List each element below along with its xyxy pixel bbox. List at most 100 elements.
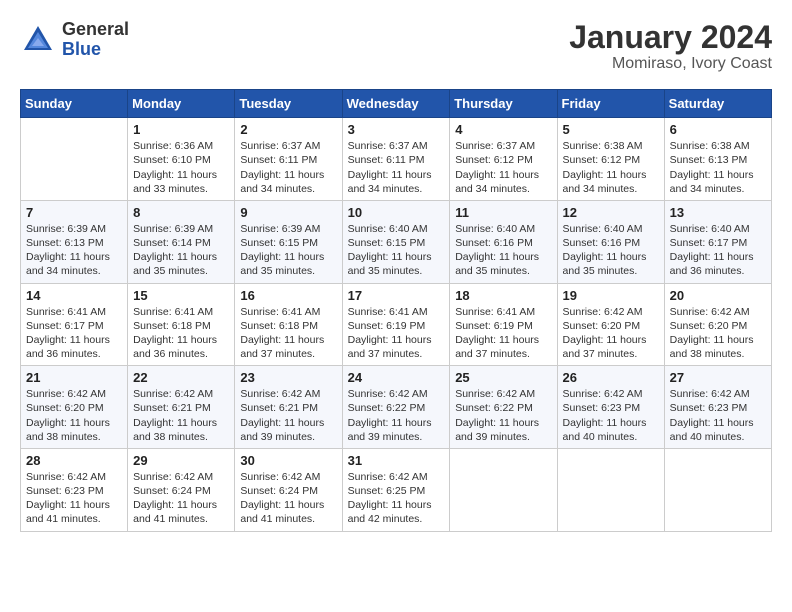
calendar-cell: 25 Sunrise: 6:42 AM Sunset: 6:22 PM Dayli… <box>450 366 557 449</box>
day-content: Sunrise: 6:42 AM Sunset: 6:23 PM Dayligh… <box>26 470 122 527</box>
day-content: Sunrise: 6:38 AM Sunset: 6:12 PM Dayligh… <box>563 139 659 196</box>
day-content: Sunrise: 6:42 AM Sunset: 6:20 PM Dayligh… <box>670 305 766 362</box>
calendar-cell: 29Sunrise: 6:42 AM Sunset: 6:24 PM Dayli… <box>128 448 235 531</box>
day-number: 17 <box>348 288 445 303</box>
calendar-subtitle: Momiraso, Ivory Coast <box>569 55 772 73</box>
day-number: 25 <box>455 370 551 385</box>
calendar-cell <box>21 118 128 201</box>
calendar-cell: 14 Sunrise: 6:41 AM Sunset: 6:17 PM Dayli… <box>21 283 128 366</box>
calendar-cell: 17Sunrise: 6:41 AM Sunset: 6:19 PM Dayli… <box>342 283 450 366</box>
day-number: 14 <box>26 288 122 303</box>
calendar-cell: 1 Sunrise: 6:36 AM Sunset: 6:10 PM Daylig… <box>128 118 235 201</box>
calendar-cell: 8 Sunrise: 6:39 AM Sunset: 6:14 PM Daylig… <box>128 200 235 283</box>
day-number: 3 <box>348 122 445 137</box>
day-content: Sunrise: 6:37 AM Sunset: 6:12 PM Dayligh… <box>455 139 551 196</box>
day-number: 10 <box>348 205 445 220</box>
calendar-week-4: 21 Sunrise: 6:42 AM Sunset: 6:20 PM Dayli… <box>21 366 772 449</box>
calendar-cell: 6Sunrise: 6:38 AM Sunset: 6:13 PM Daylig… <box>664 118 771 201</box>
calendar-cell: 11Sunrise: 6:40 AM Sunset: 6:16 PM Dayli… <box>450 200 557 283</box>
day-number: 29 <box>133 453 229 468</box>
day-number: 28 <box>26 453 122 468</box>
title-block: January 2024 Momiraso, Ivory Coast <box>569 20 772 73</box>
day-content: Sunrise: 6:36 AM Sunset: 6:10 PM Dayligh… <box>133 139 229 196</box>
day-number: 1 <box>133 122 229 137</box>
day-number: 22 <box>133 370 229 385</box>
day-number: 15 <box>133 288 229 303</box>
calendar-cell: 19Sunrise: 6:42 AM Sunset: 6:20 PM Dayli… <box>557 283 664 366</box>
calendar-cell: 18Sunrise: 6:41 AM Sunset: 6:19 PM Dayli… <box>450 283 557 366</box>
calendar-cell: 28 Sunrise: 6:42 AM Sunset: 6:23 PM Dayli… <box>21 448 128 531</box>
day-number: 8 <box>133 205 229 220</box>
day-content: Sunrise: 6:40 AM Sunset: 6:16 PM Dayligh… <box>563 222 659 279</box>
calendar-cell <box>557 448 664 531</box>
day-number: 9 <box>240 205 336 220</box>
day-number: 26 <box>563 370 659 385</box>
day-number: 23 <box>240 370 336 385</box>
day-content: Sunrise: 6:39 AM Sunset: 6:13 PM Dayligh… <box>26 222 122 279</box>
day-number: 7 <box>26 205 122 220</box>
day-content: Sunrise: 6:41 AM Sunset: 6:18 PM Dayligh… <box>133 305 229 362</box>
calendar-cell: 26 Sunrise: 6:42 AM Sunset: 6:23 PM Dayli… <box>557 366 664 449</box>
day-number: 31 <box>348 453 445 468</box>
logo: General Blue <box>20 20 129 60</box>
day-content: Sunrise: 6:40 AM Sunset: 6:15 PM Dayligh… <box>348 222 445 279</box>
calendar-week-2: 7 Sunrise: 6:39 AM Sunset: 6:13 PM Daylig… <box>21 200 772 283</box>
calendar-cell: 22 Sunrise: 6:42 AM Sunset: 6:21 PM Dayli… <box>128 366 235 449</box>
logo-icon <box>20 22 56 58</box>
calendar-cell <box>450 448 557 531</box>
day-number: 5 <box>563 122 659 137</box>
calendar-week-5: 28 Sunrise: 6:42 AM Sunset: 6:23 PM Dayli… <box>21 448 772 531</box>
day-number: 21 <box>26 370 122 385</box>
calendar-cell: 9 Sunrise: 6:39 AM Sunset: 6:15 PM Daylig… <box>235 200 342 283</box>
calendar-week-1: 1 Sunrise: 6:36 AM Sunset: 6:10 PM Daylig… <box>21 118 772 201</box>
calendar-cell: 2Sunrise: 6:37 AM Sunset: 6:11 PM Daylig… <box>235 118 342 201</box>
header-day-monday: Monday <box>128 90 235 118</box>
header-day-wednesday: Wednesday <box>342 90 450 118</box>
calendar-cell: 5 Sunrise: 6:38 AM Sunset: 6:12 PM Daylig… <box>557 118 664 201</box>
day-number: 4 <box>455 122 551 137</box>
day-content: Sunrise: 6:39 AM Sunset: 6:15 PM Dayligh… <box>240 222 336 279</box>
calendar-cell: 30Sunrise: 6:42 AM Sunset: 6:24 PM Dayli… <box>235 448 342 531</box>
day-number: 27 <box>670 370 766 385</box>
day-content: Sunrise: 6:42 AM Sunset: 6:23 PM Dayligh… <box>670 387 766 444</box>
calendar-cell: 27 Sunrise: 6:42 AM Sunset: 6:23 PM Dayli… <box>664 366 771 449</box>
day-number: 2 <box>240 122 336 137</box>
header-day-thursday: Thursday <box>450 90 557 118</box>
calendar-cell: 23Sunrise: 6:42 AM Sunset: 6:21 PM Dayli… <box>235 366 342 449</box>
calendar-week-3: 14 Sunrise: 6:41 AM Sunset: 6:17 PM Dayli… <box>21 283 772 366</box>
day-content: Sunrise: 6:41 AM Sunset: 6:18 PM Dayligh… <box>240 305 336 362</box>
header-day-friday: Friday <box>557 90 664 118</box>
day-content: Sunrise: 6:42 AM Sunset: 6:21 PM Dayligh… <box>133 387 229 444</box>
calendar-cell: 21 Sunrise: 6:42 AM Sunset: 6:20 PM Dayli… <box>21 366 128 449</box>
calendar-cell: 20 Sunrise: 6:42 AM Sunset: 6:20 PM Dayli… <box>664 283 771 366</box>
day-content: Sunrise: 6:39 AM Sunset: 6:14 PM Dayligh… <box>133 222 229 279</box>
day-content: Sunrise: 6:42 AM Sunset: 6:22 PM Dayligh… <box>455 387 551 444</box>
day-number: 20 <box>670 288 766 303</box>
header-day-tuesday: Tuesday <box>235 90 342 118</box>
calendar-cell: 24Sunrise: 6:42 AM Sunset: 6:22 PM Dayli… <box>342 366 450 449</box>
calendar-cell: 16 Sunrise: 6:41 AM Sunset: 6:18 PM Dayli… <box>235 283 342 366</box>
header-day-sunday: Sunday <box>21 90 128 118</box>
day-content: Sunrise: 6:42 AM Sunset: 6:20 PM Dayligh… <box>563 305 659 362</box>
calendar-cell: 12 Sunrise: 6:40 AM Sunset: 6:16 PM Dayli… <box>557 200 664 283</box>
day-content: Sunrise: 6:42 AM Sunset: 6:25 PM Dayligh… <box>348 470 445 527</box>
calendar-cell: 31 Sunrise: 6:42 AM Sunset: 6:25 PM Dayli… <box>342 448 450 531</box>
calendar-cell: 13Sunrise: 6:40 AM Sunset: 6:17 PM Dayli… <box>664 200 771 283</box>
logo-text: General Blue <box>62 20 129 60</box>
day-number: 13 <box>670 205 766 220</box>
day-content: Sunrise: 6:38 AM Sunset: 6:13 PM Dayligh… <box>670 139 766 196</box>
day-number: 12 <box>563 205 659 220</box>
calendar-cell: 15 Sunrise: 6:41 AM Sunset: 6:18 PM Dayli… <box>128 283 235 366</box>
day-content: Sunrise: 6:42 AM Sunset: 6:20 PM Dayligh… <box>26 387 122 444</box>
day-content: Sunrise: 6:40 AM Sunset: 6:16 PM Dayligh… <box>455 222 551 279</box>
day-content: Sunrise: 6:41 AM Sunset: 6:17 PM Dayligh… <box>26 305 122 362</box>
day-content: Sunrise: 6:42 AM Sunset: 6:24 PM Dayligh… <box>240 470 336 527</box>
day-number: 18 <box>455 288 551 303</box>
header-day-saturday: Saturday <box>664 90 771 118</box>
day-number: 16 <box>240 288 336 303</box>
logo-blue: Blue <box>62 39 101 59</box>
page-header: General Blue January 2024 Momiraso, Ivor… <box>20 20 772 73</box>
day-content: Sunrise: 6:42 AM Sunset: 6:23 PM Dayligh… <box>563 387 659 444</box>
day-content: Sunrise: 6:42 AM Sunset: 6:22 PM Dayligh… <box>348 387 445 444</box>
calendar-header: SundayMondayTuesdayWednesdayThursdayFrid… <box>21 90 772 118</box>
